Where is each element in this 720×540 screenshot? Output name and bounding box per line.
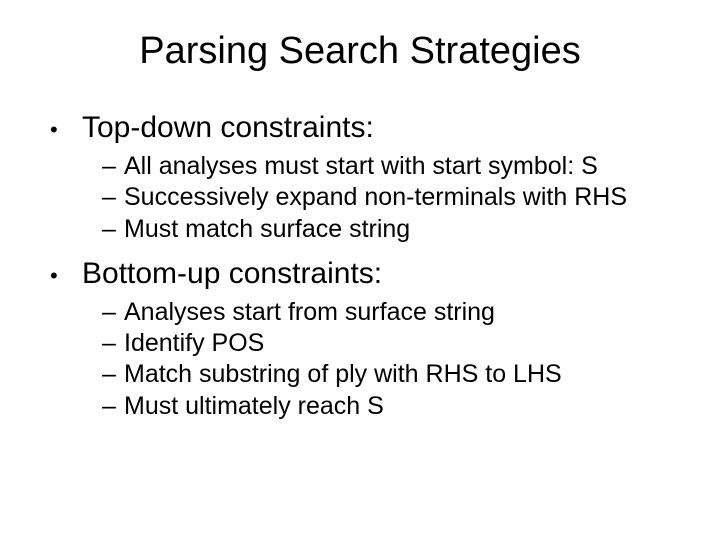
section-heading: Top-down constraints:: [82, 111, 374, 145]
sub-item-text: Successively expand non-terminals with R…: [124, 182, 627, 213]
list-item: • Bottom-up constraints: –Analyses start…: [50, 257, 680, 422]
dash-icon: –: [102, 391, 124, 422]
sub-item-text: Must ultimately reach S: [124, 391, 384, 422]
list-item: –Identify POS: [102, 328, 680, 359]
slide-title: Parsing Search Strategies: [40, 30, 680, 73]
sub-item-text: Match substring of ply with RHS to LHS: [124, 359, 562, 390]
dash-icon: –: [102, 359, 124, 390]
sub-list: –All analyses must start with start symb…: [50, 151, 680, 245]
dash-icon: –: [102, 182, 124, 213]
list-item: –Must ultimately reach S: [102, 391, 680, 422]
section-heading: Bottom-up constraints:: [82, 257, 382, 291]
list-item: –Match substring of ply with RHS to LHS: [102, 359, 680, 390]
dash-icon: –: [102, 151, 124, 182]
section-heading-row: • Top-down constraints:: [50, 111, 680, 145]
dash-icon: –: [102, 214, 124, 245]
sub-item-text: Identify POS: [124, 328, 264, 359]
bullet-icon: •: [50, 115, 82, 145]
sub-list: –Analyses start from surface string –Ide…: [50, 297, 680, 422]
dash-icon: –: [102, 297, 124, 328]
list-item: –All analyses must start with start symb…: [102, 151, 680, 182]
sub-item-text: Analyses start from surface string: [124, 297, 495, 328]
list-item: –Analyses start from surface string: [102, 297, 680, 328]
bullet-list: • Top-down constraints: –All analyses mu…: [40, 111, 680, 422]
list-item: –Successively expand non-terminals with …: [102, 182, 680, 213]
dash-icon: –: [102, 328, 124, 359]
bullet-icon: •: [50, 261, 82, 291]
section-heading-row: • Bottom-up constraints:: [50, 257, 680, 291]
sub-item-text: Must match surface string: [124, 214, 410, 245]
list-item: –Must match surface string: [102, 214, 680, 245]
list-item: • Top-down constraints: –All analyses mu…: [50, 111, 680, 245]
sub-item-text: All analyses must start with start symbo…: [124, 151, 598, 182]
